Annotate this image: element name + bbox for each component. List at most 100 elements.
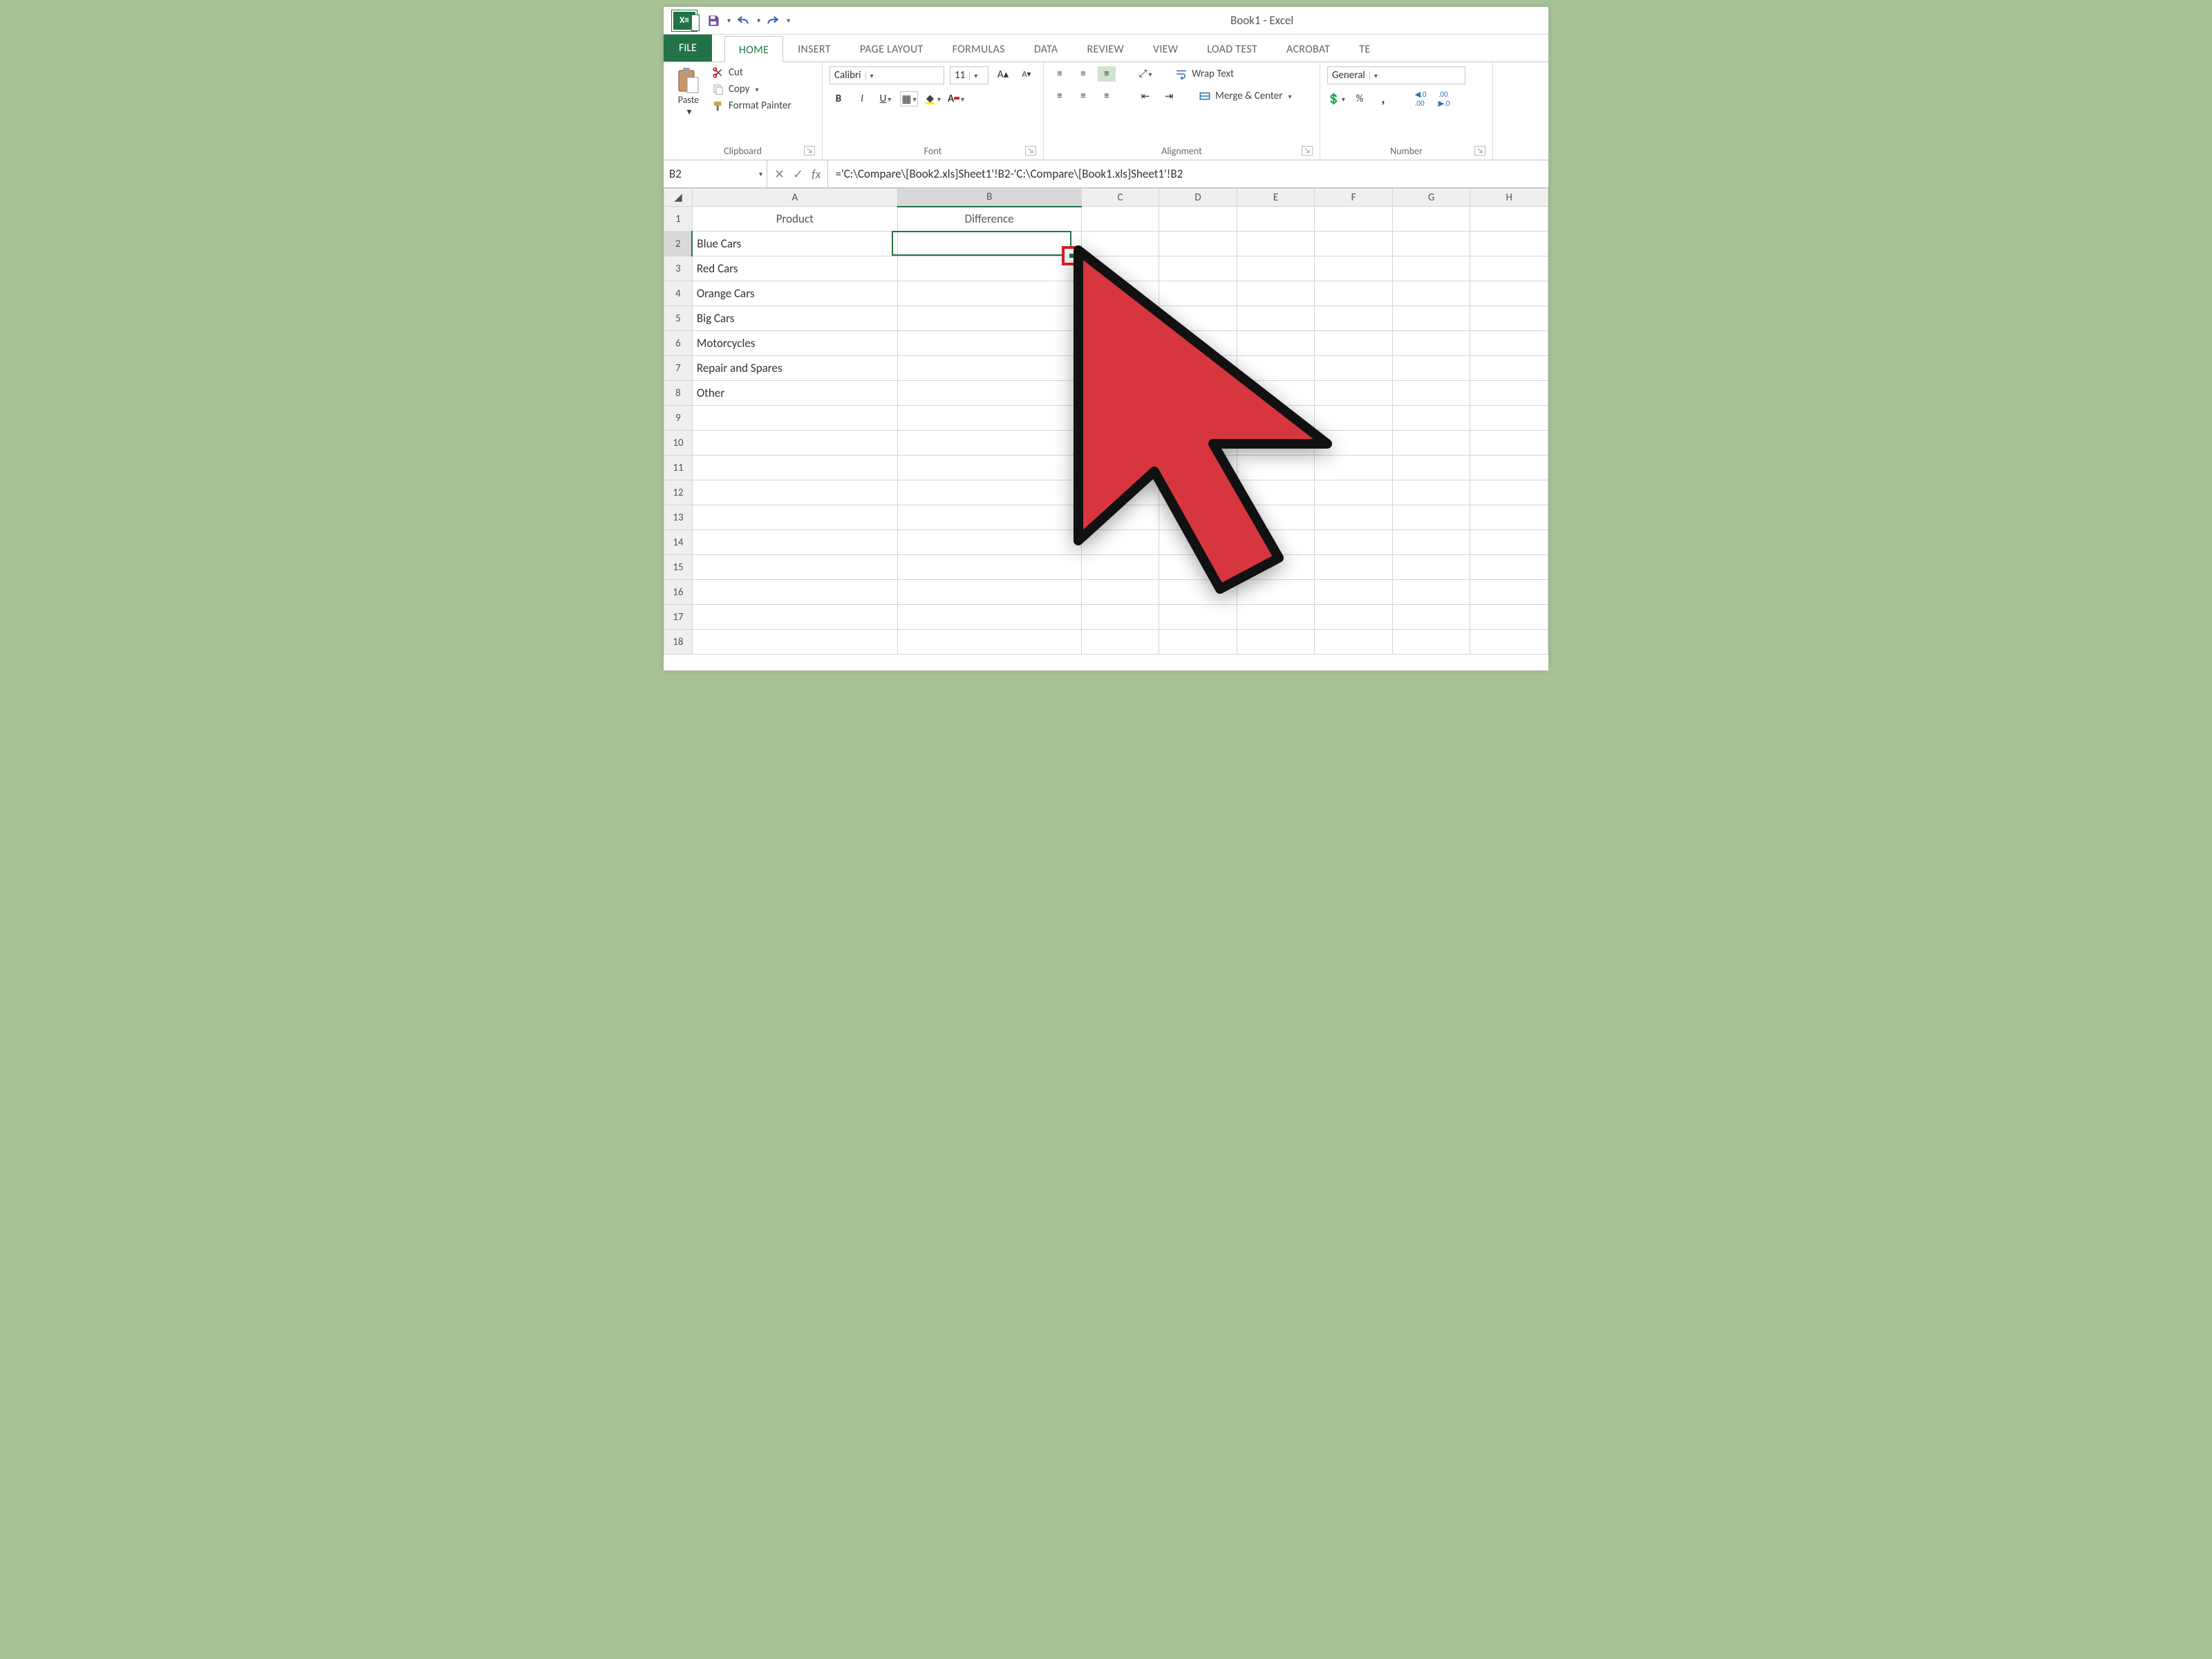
tab-review[interactable]: REVIEW [1072, 35, 1138, 62]
decrease-font-button[interactable]: A▾ [1018, 66, 1035, 82]
cell-B9[interactable] [897, 406, 1081, 431]
cell-H1[interactable] [1470, 207, 1548, 232]
decrease-decimal-button[interactable]: .00▶.0 [1435, 91, 1453, 106]
cell-C13[interactable] [1081, 505, 1159, 530]
cell-D13[interactable] [1159, 505, 1237, 530]
cell-C8[interactable] [1081, 381, 1159, 406]
row-header-18[interactable]: 18 [664, 630, 693, 655]
col-header-A[interactable]: A [692, 189, 897, 207]
row-header-13[interactable]: 13 [664, 505, 693, 530]
cell-G12[interactable] [1392, 480, 1470, 505]
cell-G15[interactable] [1392, 555, 1470, 580]
cell-B10[interactable] [897, 431, 1081, 456]
cell-A12[interactable] [692, 480, 897, 505]
cell-A10[interactable] [692, 431, 897, 456]
cell-E7[interactable] [1237, 356, 1315, 381]
cell-E3[interactable] [1237, 256, 1315, 281]
enter-formula-button[interactable]: ✓ [793, 167, 803, 182]
cell-B12[interactable] [897, 480, 1081, 505]
cell-D2[interactable] [1159, 232, 1237, 256]
cell-H8[interactable] [1470, 381, 1548, 406]
cell-B8[interactable] [897, 381, 1081, 406]
cell-E17[interactable] [1237, 605, 1315, 630]
cell-D15[interactable] [1159, 555, 1237, 580]
row-header-16[interactable]: 16 [664, 580, 693, 605]
cell-B17[interactable] [897, 605, 1081, 630]
qat-redo-dropdown[interactable]: ▾ [787, 16, 790, 25]
cell-C17[interactable] [1081, 605, 1159, 630]
cell-B16[interactable] [897, 580, 1081, 605]
row-header-11[interactable]: 11 [664, 456, 693, 480]
cell-A4[interactable]: Orange Cars [692, 281, 897, 306]
tab-home[interactable]: HOME [724, 36, 783, 62]
cell-F4[interactable] [1315, 281, 1393, 306]
row-header-14[interactable]: 14 [664, 530, 693, 555]
cell-F9[interactable] [1315, 406, 1393, 431]
font-size-dropdown[interactable]: 11▾ [950, 66, 988, 84]
cell-F10[interactable] [1315, 431, 1393, 456]
cell-H11[interactable] [1470, 456, 1548, 480]
cell-F6[interactable] [1315, 331, 1393, 356]
tab-formulas[interactable]: FORMULAS [938, 35, 1020, 62]
cell-F7[interactable] [1315, 356, 1393, 381]
qat-undo-dropdown[interactable]: ▾ [757, 16, 760, 25]
cell-A16[interactable] [692, 580, 897, 605]
cell-C1[interactable] [1081, 207, 1159, 232]
col-header-C[interactable]: C [1081, 189, 1159, 207]
row-header-6[interactable]: 6 [664, 331, 693, 356]
row-header-15[interactable]: 15 [664, 555, 693, 580]
cell-G7[interactable] [1392, 356, 1470, 381]
cell-G2[interactable] [1392, 232, 1470, 256]
cell-F14[interactable] [1315, 530, 1393, 555]
cell-F3[interactable] [1315, 256, 1393, 281]
cell-G6[interactable] [1392, 331, 1470, 356]
qat-save[interactable] [704, 11, 723, 30]
cell-D3[interactable] [1159, 256, 1237, 281]
cell-E14[interactable] [1237, 530, 1315, 555]
cell-C4[interactable] [1081, 281, 1159, 306]
cell-F11[interactable] [1315, 456, 1393, 480]
orientation-button[interactable]: ⤢▾ [1136, 66, 1154, 82]
formula-input[interactable]: ='C:\Compare\[Book2.xls]Sheet1'!B2-'C:\C… [828, 160, 1548, 187]
accounting-format-button[interactable]: 💲▾ [1327, 91, 1345, 106]
cell-H12[interactable] [1470, 480, 1548, 505]
cell-D1[interactable] [1159, 207, 1237, 232]
cell-D14[interactable] [1159, 530, 1237, 555]
tab-view[interactable]: VIEW [1138, 35, 1192, 62]
qat-redo[interactable] [763, 11, 782, 30]
cell-C14[interactable] [1081, 530, 1159, 555]
cell-G4[interactable] [1392, 281, 1470, 306]
cell-C12[interactable] [1081, 480, 1159, 505]
bold-button[interactable]: B [830, 91, 847, 106]
cell-A6[interactable]: Motorcycles [692, 331, 897, 356]
qat-undo[interactable] [733, 11, 753, 30]
cell-E13[interactable] [1237, 505, 1315, 530]
fill-color-button[interactable]: ▾ [924, 91, 941, 106]
paste-button[interactable]: Paste ▾ [671, 66, 706, 118]
cell-B4[interactable] [897, 281, 1081, 306]
format-painter-button[interactable]: Format Painter [712, 100, 791, 112]
cell-A17[interactable] [692, 605, 897, 630]
cell-C10[interactable] [1081, 431, 1159, 456]
row-header-3[interactable]: 3 [664, 256, 693, 281]
cell-A3[interactable]: Red Cars [692, 256, 897, 281]
row-header-10[interactable]: 10 [664, 431, 693, 456]
row-header-2[interactable]: 2 [664, 232, 693, 256]
tab-insert[interactable]: INSERT [783, 35, 845, 62]
cell-A13[interactable] [692, 505, 897, 530]
cell-B7[interactable] [897, 356, 1081, 381]
merge-center-button[interactable]: Merge & Center▾ [1199, 88, 1292, 104]
cut-button[interactable]: Cut [712, 66, 791, 79]
cell-A1[interactable]: Product [692, 207, 897, 232]
cell-D17[interactable] [1159, 605, 1237, 630]
col-header-D[interactable]: D [1159, 189, 1237, 207]
col-header-G[interactable]: G [1392, 189, 1470, 207]
cell-H16[interactable] [1470, 580, 1548, 605]
cell-F5[interactable] [1315, 306, 1393, 331]
increase-decimal-button[interactable]: ◀.0.00 [1412, 91, 1430, 106]
cell-A15[interactable] [692, 555, 897, 580]
cell-G3[interactable] [1392, 256, 1470, 281]
cell-E11[interactable] [1237, 456, 1315, 480]
cell-H2[interactable] [1470, 232, 1548, 256]
cell-B14[interactable] [897, 530, 1081, 555]
